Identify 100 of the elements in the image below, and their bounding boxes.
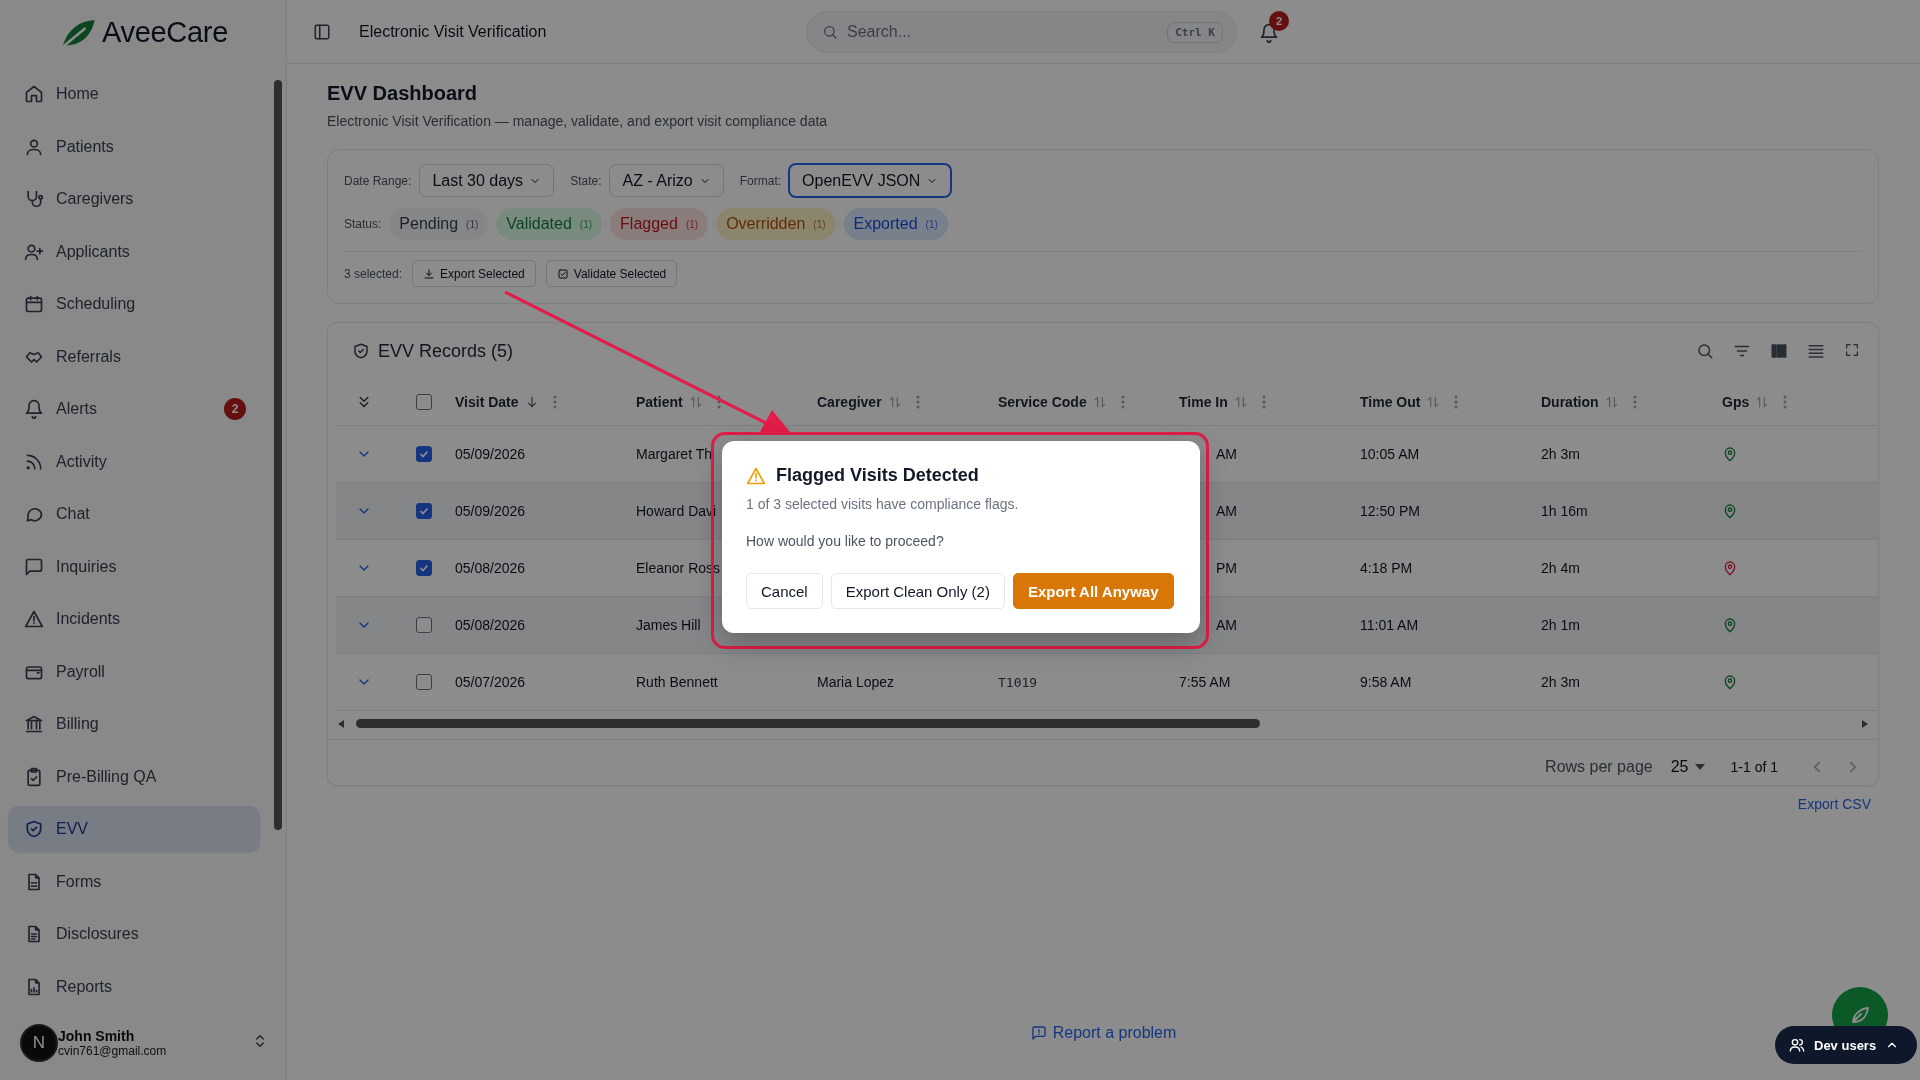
sidebar-item[interactable]: Activity: [8, 438, 260, 485]
row-checkbox[interactable]: [415, 617, 432, 633]
rows-per-page-label: Rows per page: [1545, 758, 1653, 776]
column-header[interactable]: Duration: [1541, 394, 1722, 410]
column-menu-icon: [1783, 395, 1788, 409]
shield-check-icon: [352, 342, 370, 360]
caret-icon: [1694, 764, 1705, 770]
check-icon: [417, 448, 430, 460]
table-cell: James Hill: [636, 617, 701, 633]
column-menu-icon: [1454, 395, 1459, 409]
density-button[interactable]: [1807, 342, 1825, 360]
sidebar-item[interactable]: Chat: [8, 491, 260, 537]
table-cell: AM: [1216, 446, 1237, 462]
sidebar-item[interactable]: Forms: [8, 858, 260, 905]
filter-label: Status:: [344, 217, 382, 231]
panel-icon: [313, 22, 331, 41]
sidebar-item[interactable]: Reports: [8, 963, 260, 1010]
row-checkbox[interactable]: [415, 560, 432, 576]
sidebar-item[interactable]: Inquiries: [8, 543, 260, 590]
sidebar-item[interactable]: Scheduling: [8, 281, 260, 327]
row-checkbox[interactable]: [415, 446, 432, 462]
columns-button[interactable]: [1770, 342, 1788, 360]
column-header[interactable]: Patient: [636, 394, 817, 410]
row-checkbox[interactable]: [415, 503, 432, 519]
export-csv-link[interactable]: Export CSV: [1797, 796, 1871, 812]
column-header[interactable]: Service Code: [998, 394, 1179, 410]
calendar-icon: [24, 294, 44, 314]
table-cell: Maria Lopez: [817, 674, 895, 690]
download-icon: [423, 267, 436, 280]
column-menu-icon: [1261, 395, 1266, 409]
filter-dropdown[interactable]: AZ - Arizo: [609, 164, 724, 197]
home-icon: [24, 84, 44, 104]
fullscreen-icon: [1844, 342, 1860, 358]
table-title: EVV Records (5): [378, 340, 514, 362]
sidebar-item[interactable]: Pre-Billing QA: [8, 753, 260, 800]
dev-users-button[interactable]: Dev users: [1775, 1026, 1918, 1064]
filter-label: State:: [570, 173, 602, 188]
sidebar-item[interactable]: Home: [8, 71, 260, 117]
sidebar-toggle-button[interactable]: [313, 22, 331, 41]
user-email: cvin761@gmail.com: [58, 1044, 167, 1058]
message-icon: [24, 556, 44, 577]
confirm-button[interactable]: Export All Anyway: [1012, 573, 1174, 609]
shield-check-icon: [24, 819, 44, 839]
check-icon: [417, 505, 430, 517]
status-filter-chip[interactable]: Validated (1): [496, 208, 603, 240]
column-menu-icon: [1120, 395, 1125, 409]
dialog-title: Flagged Visits Detected: [776, 465, 979, 486]
table-cell: AM: [1216, 617, 1237, 633]
dialog-button[interactable]: Export Clean Only (2): [830, 573, 1005, 609]
sort-icon: [887, 395, 902, 409]
app-logo: AveeCare: [101, 15, 228, 49]
page-range: 1-1 of 1: [1730, 759, 1778, 775]
report-problem-link[interactable]: Report a problem: [1030, 1024, 1177, 1042]
filter-label: Date Range:: [344, 173, 412, 188]
rows-per-page-dropdown[interactable]: 25: [1670, 758, 1705, 776]
column-header[interactable]: Time Out: [1360, 394, 1541, 410]
stethoscope-icon: [24, 189, 44, 209]
sidebar-item[interactable]: Billing: [8, 701, 260, 747]
bulk-action-button[interactable]: Validate Selected: [545, 260, 678, 287]
sidebar-item[interactable]: Payroll: [8, 648, 260, 695]
table-cell: 4:18 PM: [1360, 560, 1413, 576]
sidebar-item[interactable]: Applicants: [8, 228, 260, 275]
sidebar-item[interactable]: EVV: [8, 806, 260, 852]
status-filter-chip[interactable]: Overridden (1): [716, 208, 836, 240]
table-cell: 2h 1m: [1541, 617, 1580, 633]
sidebar-item[interactable]: Alerts 2: [8, 386, 260, 432]
sort-icon: [1233, 395, 1248, 409]
row-checkbox[interactable]: [415, 674, 432, 690]
status-filter-chip[interactable]: Exported (1): [843, 208, 948, 240]
column-header[interactable]: Gps: [1722, 394, 1878, 410]
table-cell: 7:55 AM: [1179, 674, 1231, 690]
dialog-button[interactable]: Cancel: [746, 573, 823, 609]
table-cell: T1019: [998, 674, 1038, 690]
search-icon: [1696, 342, 1714, 360]
table-cell: 9:58 AM: [1360, 674, 1412, 690]
sidebar-item[interactable]: Caregivers: [8, 176, 260, 222]
column-menu-icon: [552, 395, 557, 409]
status-filter-chip[interactable]: Pending (1): [389, 208, 489, 240]
status-filter-chip[interactable]: Flagged (1): [610, 208, 709, 240]
filter-dropdown[interactable]: OpenEVV JSON: [789, 164, 952, 197]
column-header[interactable]: Caregiver: [817, 394, 998, 410]
bank-icon: [24, 714, 44, 734]
keyboard-shortcut: Ctrl K: [1167, 21, 1223, 43]
search-button[interactable]: [1696, 342, 1714, 360]
sidebar-item[interactable]: Incidents: [8, 596, 260, 642]
scrollbar[interactable]: [274, 80, 282, 830]
filter-dropdown[interactable]: Last 30 days: [419, 164, 555, 197]
column-header[interactable]: Visit Date: [455, 394, 636, 410]
bulk-action-button[interactable]: Export Selected: [412, 260, 536, 287]
notifications-button[interactable]: 2: [1249, 10, 1291, 43]
sidebar-item[interactable]: Referrals: [8, 333, 260, 380]
sidebar-item[interactable]: Patients: [8, 123, 260, 170]
table-cell: 12:50 PM: [1360, 503, 1420, 519]
user-name: John Smith: [58, 1028, 136, 1044]
column-header[interactable]: Time In: [1179, 394, 1360, 410]
message-alert-icon: [1030, 1025, 1047, 1041]
page-header-title: Electronic Visit Verification: [359, 22, 548, 41]
sidebar-item[interactable]: Disclosures: [8, 911, 260, 957]
select-all-checkbox[interactable]: [415, 394, 432, 410]
table-cell: 05/09/2026: [455, 503, 526, 519]
